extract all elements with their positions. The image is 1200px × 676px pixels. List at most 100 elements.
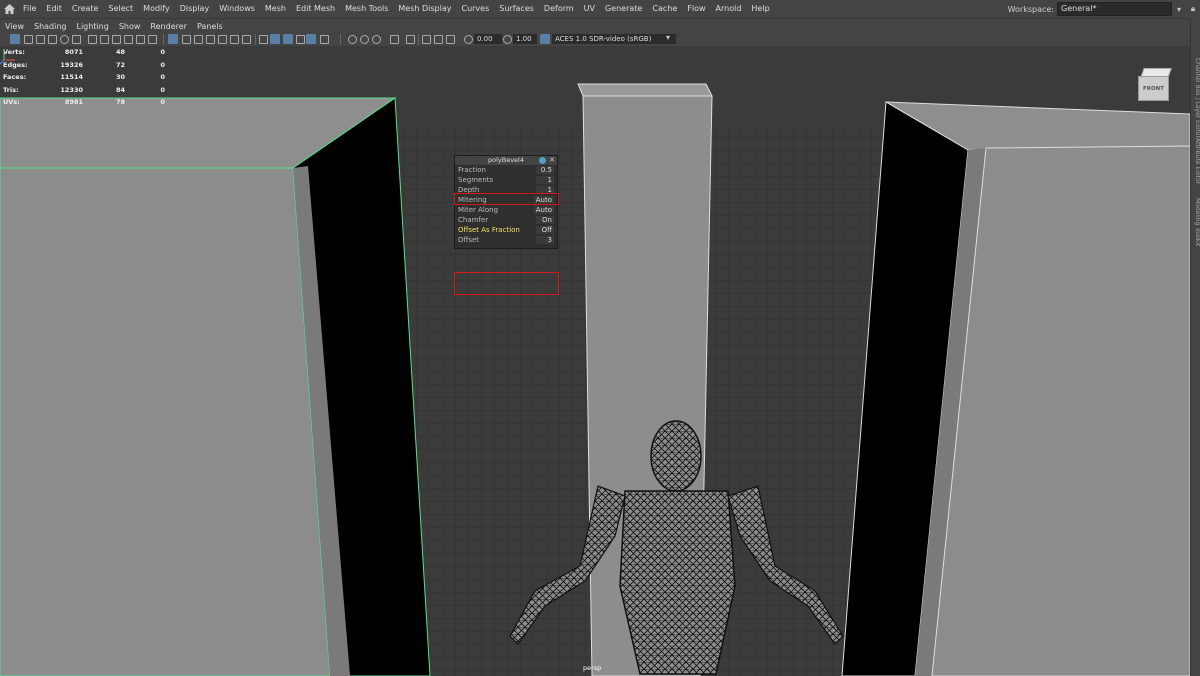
view-cube-front[interactable]: FRONT	[1138, 76, 1169, 101]
backface-culling-icon[interactable]	[320, 35, 329, 44]
pin-icon[interactable]	[539, 157, 546, 164]
isolate-select-icon[interactable]	[270, 34, 280, 44]
menu-arnold[interactable]: Arnold	[711, 0, 747, 18]
camera-attributes-icon[interactable]	[24, 35, 33, 44]
gate-mask-icon[interactable]	[124, 35, 133, 44]
panel-menu-lighting[interactable]: Lighting	[71, 19, 113, 34]
menu-surfaces[interactable]: Surfaces	[494, 0, 539, 18]
textured-icon[interactable]	[206, 35, 215, 44]
popup-row-miter-along[interactable]: Miter Along Auto	[455, 205, 557, 215]
menu-uv[interactable]: UV	[579, 0, 600, 18]
popup-row-fraction[interactable]: Fraction 0.5	[455, 165, 557, 175]
use-all-lights-icon[interactable]	[218, 35, 227, 44]
popup-row-offset-as-fraction[interactable]: Offset As Fraction Off	[455, 225, 557, 235]
popup-row-value[interactable]: Off	[536, 226, 554, 234]
menu-generate[interactable]: Generate	[600, 0, 647, 18]
menu-help[interactable]: Help	[746, 0, 774, 18]
select-camera-icon[interactable]	[10, 34, 20, 44]
lock-icon[interactable]: 🔒︎	[1186, 2, 1200, 16]
close-icon[interactable]: ✕	[549, 156, 555, 165]
safe-action-icon[interactable]	[148, 35, 157, 44]
menu-curves[interactable]: Curves	[456, 0, 494, 18]
hud-toggle-icon[interactable]	[422, 35, 431, 44]
smooth-shade-icon[interactable]	[182, 35, 191, 44]
toolbar-separator	[340, 34, 341, 45]
grid-toggle-icon[interactable]	[88, 35, 97, 44]
depth-of-field-icon[interactable]	[372, 35, 381, 44]
menu-deform[interactable]: Deform	[539, 0, 579, 18]
3d-viewport[interactable]: Verts: 8071 48 0 Edges: 19326 72 0 Faces…	[0, 46, 1190, 676]
image-plane-icon[interactable]	[48, 35, 57, 44]
resolution-gate-icon[interactable]	[112, 35, 121, 44]
menu-select[interactable]: Select	[103, 0, 138, 18]
popup-row-segments[interactable]: Segments 1	[455, 175, 557, 185]
panel-menu-view[interactable]: View	[0, 19, 29, 34]
film-gate-icon[interactable]	[100, 35, 109, 44]
isolate-icon[interactable]	[390, 35, 399, 44]
popup-row-value[interactable]: 0.5	[536, 166, 554, 174]
popup-row-value[interactable]: 3	[536, 236, 554, 244]
field-chart-icon[interactable]	[136, 35, 145, 44]
chevron-down-icon[interactable]: ▾	[1172, 2, 1186, 16]
panel-menu-show[interactable]: Show	[114, 19, 146, 34]
popup-row-value[interactable]: Auto	[533, 206, 554, 214]
home-icon[interactable]	[0, 0, 18, 18]
workspace-dropdown[interactable]: General*	[1057, 2, 1172, 16]
view-cube[interactable]: FRONT	[1138, 68, 1172, 101]
menu-create[interactable]: Create	[67, 0, 104, 18]
view-transform-dropdown[interactable]: ACES 1.0 SDR-video (sRGB)	[552, 34, 676, 44]
xray-icon[interactable]	[259, 35, 268, 44]
shadows-icon[interactable]	[230, 35, 239, 44]
popup-row-label: Miter Along	[458, 206, 499, 214]
panel-menu-renderer[interactable]: Renderer	[145, 19, 192, 34]
menu-modify[interactable]: Modify	[138, 0, 175, 18]
workspace-selector: Workspace: General* ▾ 🔒︎	[1008, 0, 1200, 18]
offset-highlight-box	[454, 272, 559, 295]
menu-display[interactable]: Display	[175, 0, 215, 18]
chevron-down-icon[interactable]: ▾	[666, 33, 670, 42]
camera-sequencer-icon[interactable]	[406, 35, 415, 44]
2d-pan-zoom-icon[interactable]	[60, 35, 69, 44]
menu-file[interactable]: File	[18, 0, 41, 18]
popup-row-chamfer[interactable]: Chamfer On	[455, 215, 557, 225]
xray-active-icon[interactable]	[296, 35, 305, 44]
grease-pencil-icon[interactable]	[72, 35, 81, 44]
menu-edit[interactable]: Edit	[41, 0, 67, 18]
menu-mesh-display[interactable]: Mesh Display	[393, 0, 456, 18]
color-management-icon[interactable]	[540, 34, 550, 44]
hud-row-faces: Faces: 11514 30 0	[3, 71, 165, 84]
layout-icon[interactable]	[434, 35, 443, 44]
xray-joints-icon[interactable]	[283, 34, 293, 44]
menu-edit-mesh[interactable]: Edit Mesh	[291, 0, 340, 18]
tab-channel-box[interactable]: Channel Box / Layer Editor	[1191, 58, 1200, 138]
center-pillar-top	[577, 83, 713, 97]
motion-blur-icon[interactable]	[348, 35, 357, 44]
hud-row-edges: Edges: 19326 72 0	[3, 59, 165, 72]
pane-icon[interactable]	[446, 35, 455, 44]
tab-modeling-toolkit[interactable]: Modeling Toolkit	[1191, 198, 1200, 246]
tab-attribute-editor[interactable]: Attribute Editor	[1191, 138, 1200, 184]
panel-menu-shading[interactable]: Shading	[29, 19, 72, 34]
exposure-field[interactable]: 0.00	[474, 34, 502, 44]
menu-windows[interactable]: Windows	[214, 0, 260, 18]
default-material-icon[interactable]	[194, 35, 203, 44]
menu-mesh-tools[interactable]: Mesh Tools	[340, 0, 393, 18]
popup-row-value[interactable]: 1	[536, 176, 554, 184]
screen-space-ao-icon[interactable]	[242, 35, 251, 44]
wireframe-on-shaded-icon[interactable]	[306, 34, 316, 44]
gamma-field[interactable]: 1.00	[513, 34, 537, 44]
wireframe-icon[interactable]	[168, 34, 178, 44]
popup-row-offset[interactable]: Offset 3	[455, 235, 557, 245]
menu-flow[interactable]: Flow	[682, 0, 710, 18]
popup-row-value[interactable]: On	[536, 216, 554, 224]
popup-row-label: Fraction	[458, 166, 486, 174]
exposure-icon[interactable]	[464, 35, 473, 44]
toolbar-separator	[255, 34, 256, 45]
panel-menu-panels[interactable]: Panels	[192, 19, 228, 34]
hud-label: Faces:	[3, 73, 27, 82]
multisample-icon[interactable]	[360, 35, 369, 44]
menu-cache[interactable]: Cache	[647, 0, 682, 18]
menu-mesh[interactable]: Mesh	[260, 0, 291, 18]
bookmarks-icon[interactable]	[36, 35, 45, 44]
gamma-icon[interactable]	[503, 35, 512, 44]
